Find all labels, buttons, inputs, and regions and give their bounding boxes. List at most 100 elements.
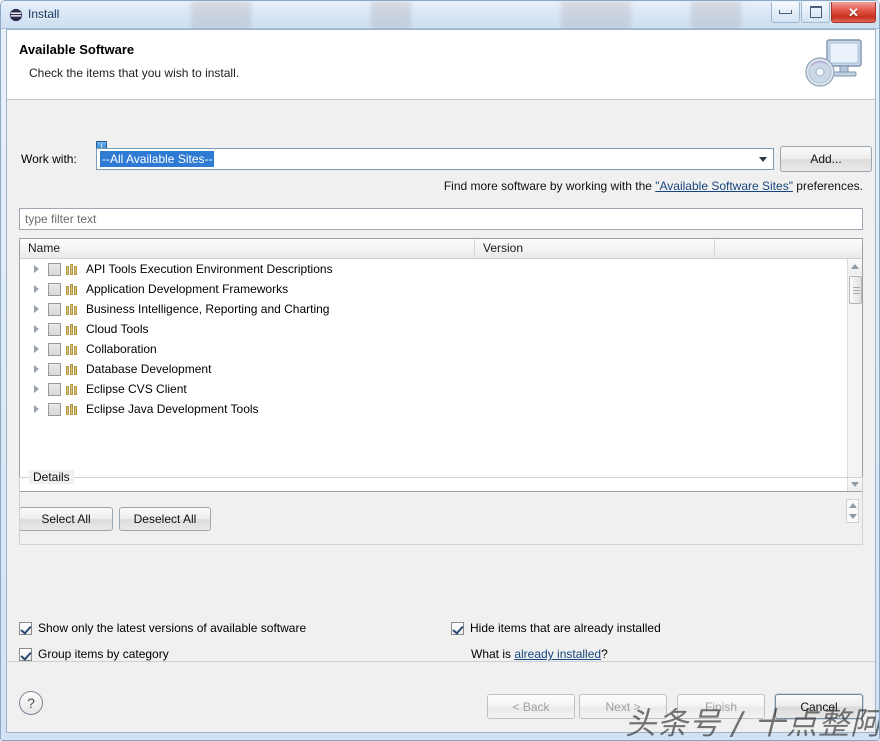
expand-triangle-icon[interactable]	[30, 343, 43, 356]
work-with-selected-value: --All Available Sites--	[100, 151, 214, 167]
expand-triangle-icon[interactable]	[30, 363, 43, 376]
details-group: Details	[19, 477, 863, 545]
triangle-right	[34, 265, 39, 273]
available-software-tree[interactable]: Name Version API Tools Execution Environ…	[19, 238, 863, 492]
expand-triangle-icon[interactable]	[30, 323, 43, 336]
work-with-combo[interactable]: --All Available Sites--	[96, 148, 774, 170]
add-site-button[interactable]: Add...	[780, 146, 872, 172]
install-monitor-disc-icon	[803, 34, 867, 96]
maximize-icon	[810, 6, 822, 18]
row-checkbox[interactable]	[48, 363, 61, 376]
tree-column-headers: Name Version	[20, 239, 862, 259]
package-category-icon	[66, 303, 80, 315]
package-category-icon	[66, 263, 80, 275]
close-icon: ✕	[848, 6, 859, 19]
checkbox-label: Group items by category	[38, 647, 169, 661]
page-title: Available Software	[19, 42, 134, 57]
what-is-prefix: What is	[471, 647, 514, 661]
filter-placeholder: type filter text	[25, 212, 96, 226]
checkbox-group-items-by-category[interactable]: Group items by category	[19, 647, 169, 661]
minimize-icon	[779, 10, 792, 14]
package-category-icon	[66, 383, 80, 395]
row-checkbox[interactable]	[48, 383, 61, 396]
triangle-right	[34, 365, 39, 373]
triangle-up	[851, 264, 859, 269]
table-row[interactable]: Database Development	[20, 359, 848, 379]
titlebar-artifact	[691, 1, 741, 29]
details-scroll-spinner[interactable]	[846, 499, 859, 523]
cancel-button[interactable]: Cancel	[775, 694, 863, 719]
find-more-software-text: Find more software by working with the "…	[7, 179, 863, 193]
next-button[interactable]: Next >	[579, 694, 667, 719]
expand-triangle-icon[interactable]	[30, 403, 43, 416]
row-name-label: API Tools Execution Environment Descript…	[86, 262, 333, 276]
caret-shape	[759, 157, 767, 162]
triangle-right	[34, 285, 39, 293]
checkbox-indicator[interactable]	[19, 622, 32, 635]
checkbox-label: Show only the latest versions of availab…	[38, 621, 306, 635]
install-dialog-window: Install ✕ Available Software Check the i…	[0, 0, 880, 741]
already-installed-link[interactable]: already installed	[514, 647, 601, 661]
row-checkbox[interactable]	[48, 323, 61, 336]
table-row[interactable]: Application Development Frameworks	[20, 279, 848, 299]
tree-vertical-scrollbar[interactable]	[847, 259, 862, 492]
triangle-right	[34, 345, 39, 353]
triangle-right	[34, 325, 39, 333]
help-button[interactable]: ?	[19, 691, 43, 715]
row-checkbox[interactable]	[48, 303, 61, 316]
dialog-header: Available Software Check the items that …	[7, 30, 875, 100]
triangle-right	[34, 385, 39, 393]
row-checkbox[interactable]	[48, 343, 61, 356]
finish-button[interactable]: Finish	[677, 694, 765, 719]
row-name-label: Collaboration	[86, 342, 157, 356]
triangle-right	[34, 305, 39, 313]
table-row[interactable]: API Tools Execution Environment Descript…	[20, 259, 848, 279]
checkbox-indicator[interactable]	[451, 622, 464, 635]
available-software-sites-link[interactable]: "Available Software Sites"	[655, 179, 793, 193]
details-label: Details	[29, 470, 74, 484]
scroll-up-icon[interactable]	[848, 259, 862, 274]
expand-triangle-icon[interactable]	[30, 283, 43, 296]
what-is-already-installed-text: What is already installed?	[471, 647, 608, 661]
package-category-icon	[66, 343, 80, 355]
details-scroll-up-icon[interactable]	[849, 503, 857, 508]
close-button[interactable]: ✕	[831, 2, 876, 23]
column-header-name[interactable]: Name	[20, 239, 475, 258]
table-row[interactable]: Eclipse Java Development Tools	[20, 399, 848, 419]
row-checkbox[interactable]	[48, 263, 61, 276]
triangle-right	[34, 405, 39, 413]
work-with-label: Work with:	[21, 152, 77, 166]
package-category-icon	[66, 403, 80, 415]
scrollbar-thumb[interactable]	[849, 276, 862, 304]
filter-input[interactable]: type filter text	[19, 208, 863, 230]
checkbox-show-latest-versions[interactable]: Show only the latest versions of availab…	[19, 621, 306, 635]
tree-rows: API Tools Execution Environment Descript…	[20, 259, 848, 492]
row-checkbox[interactable]	[48, 403, 61, 416]
chevron-down-icon[interactable]	[754, 150, 772, 168]
titlebar-artifact	[371, 1, 411, 29]
window-title-bar[interactable]: Install ✕	[1, 1, 880, 29]
titlebar-artifact	[561, 1, 631, 29]
expand-triangle-icon[interactable]	[30, 303, 43, 316]
column-header-extra[interactable]	[715, 239, 862, 258]
table-row[interactable]: Eclipse CVS Client	[20, 379, 848, 399]
what-is-suffix: ?	[601, 647, 608, 661]
expand-triangle-icon[interactable]	[30, 263, 43, 276]
details-scroll-down-icon[interactable]	[849, 514, 857, 519]
package-category-icon	[66, 363, 80, 375]
table-row[interactable]: Business Intelligence, Reporting and Cha…	[20, 299, 848, 319]
find-more-suffix: preferences.	[793, 179, 863, 193]
dialog-client-area: Available Software Check the items that …	[6, 29, 876, 733]
window-title: Install	[28, 7, 59, 21]
column-header-version[interactable]: Version	[475, 239, 715, 258]
back-button[interactable]: < Back	[487, 694, 575, 719]
table-row[interactable]: Collaboration	[20, 339, 848, 359]
minimize-button[interactable]	[771, 2, 800, 23]
checkbox-indicator[interactable]	[19, 648, 32, 661]
checkbox-hide-already-installed[interactable]: Hide items that are already installed	[451, 621, 661, 635]
maximize-button[interactable]	[801, 2, 830, 23]
row-checkbox[interactable]	[48, 283, 61, 296]
table-row[interactable]: Cloud Tools	[20, 319, 848, 339]
expand-triangle-icon[interactable]	[30, 383, 43, 396]
page-subtitle: Check the items that you wish to install…	[29, 66, 239, 80]
